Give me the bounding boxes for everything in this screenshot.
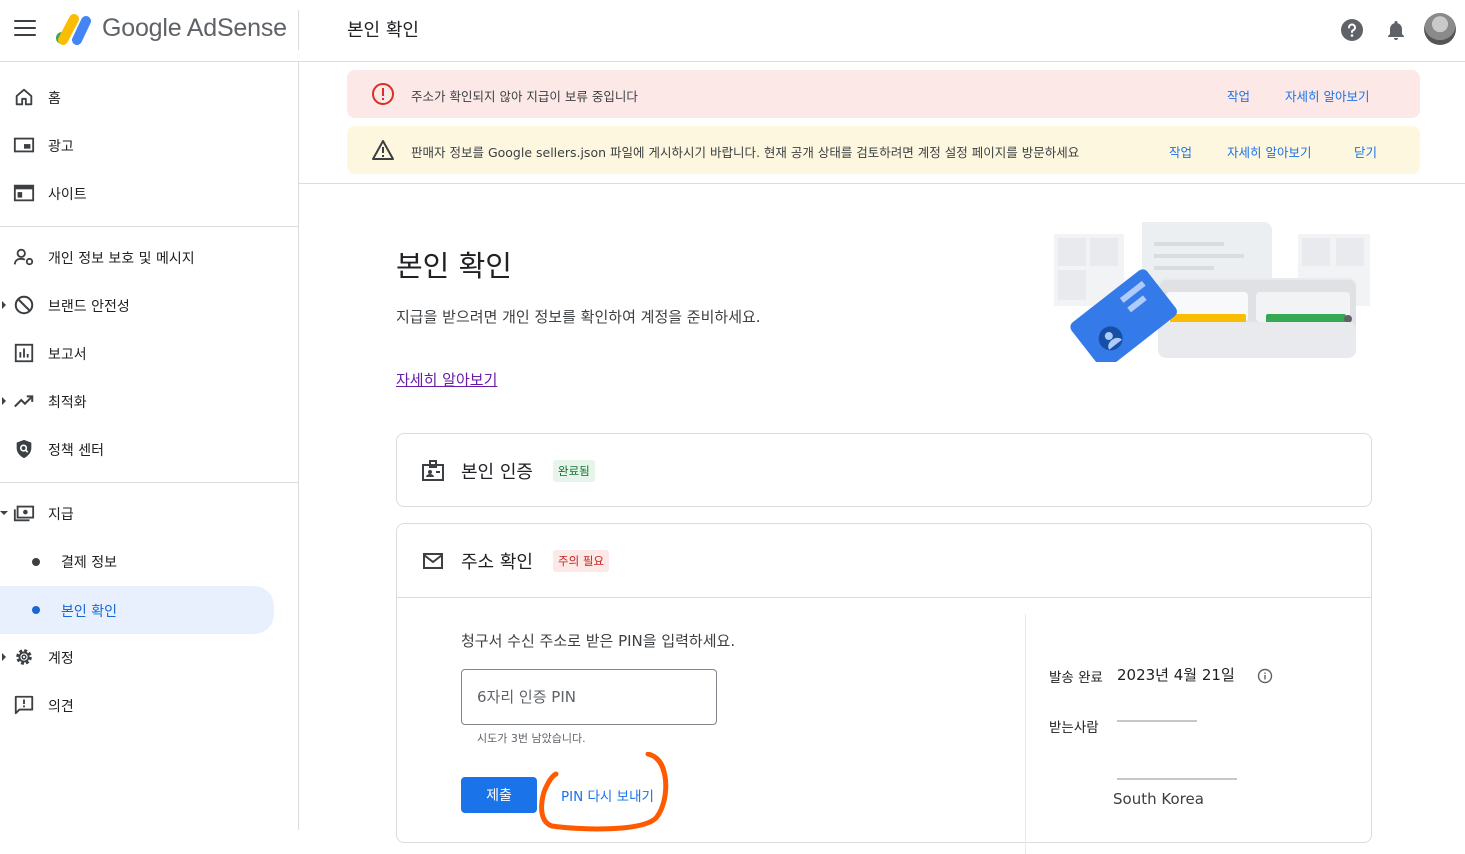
product-name: Google AdSense bbox=[102, 14, 287, 42]
banner-divider bbox=[299, 183, 1465, 184]
banner-dismiss-link[interactable]: 닫기 bbox=[1354, 142, 1377, 161]
account-avatar[interactable] bbox=[1424, 13, 1456, 45]
payments-wallet-illustration bbox=[1054, 222, 1370, 362]
sidebar-item-label: 보고서 bbox=[48, 347, 87, 363]
pin-attempts-helper: 시도가 3번 남았습니다. bbox=[477, 732, 586, 745]
expand-caret-icon[interactable] bbox=[2, 653, 6, 661]
status-badge-completed: 완료됨 bbox=[553, 460, 595, 482]
bullet-icon bbox=[32, 606, 40, 614]
sidebar-item-privacy-messaging[interactable]: 개인 정보 보호 및 메시지 bbox=[0, 237, 290, 277]
sidebar-item-label: 본인 확인 bbox=[61, 604, 117, 620]
sidebar-item-account[interactable]: 계정 bbox=[0, 637, 290, 677]
ads-icon bbox=[13, 137, 35, 153]
pin-input[interactable] bbox=[461, 669, 717, 725]
banner-learn-more-link[interactable]: 자세히 알아보기 bbox=[1285, 86, 1369, 105]
sidebar-item-home[interactable]: 홈 bbox=[0, 77, 290, 117]
id-badge-icon bbox=[422, 460, 444, 481]
error-icon bbox=[372, 83, 394, 105]
collapse-caret-icon[interactable] bbox=[0, 511, 8, 515]
report-icon bbox=[14, 343, 34, 363]
sidebar-item-label: 결제 정보 bbox=[61, 555, 117, 571]
sidebar-item-payments[interactable]: 지급 bbox=[0, 493, 290, 533]
block-icon bbox=[14, 295, 34, 315]
sidebar-item-ads[interactable]: 광고 bbox=[0, 125, 290, 165]
sidebar-item-verification[interactable]: 본인 확인 bbox=[0, 586, 274, 634]
sidebar-item-label: 홈 bbox=[48, 91, 61, 107]
warning-icon bbox=[372, 140, 394, 160]
sidebar-item-label: 의견 bbox=[48, 699, 74, 715]
adsense-logo-icon bbox=[56, 14, 91, 45]
trending-up-icon bbox=[14, 395, 34, 408]
hamburger-menu-icon[interactable] bbox=[14, 20, 36, 38]
learn-more-link[interactable]: 자세히 알아보기 bbox=[396, 369, 497, 390]
sidebar-item-label: 사이트 bbox=[48, 187, 87, 203]
submit-button[interactable]: 제출 bbox=[461, 777, 537, 813]
redacted-recipient-name bbox=[1117, 720, 1197, 722]
identity-verification-card[interactable]: 본인 인증 완료됨 bbox=[396, 433, 1372, 507]
banner-action-link[interactable]: 작업 bbox=[1169, 142, 1192, 161]
sellers-json-warning-banner: 판매자 정보를 Google sellers.json 파일에 게시하시기 바랍… bbox=[347, 126, 1420, 174]
verification-title: 본인 확인 bbox=[396, 249, 512, 283]
redacted-address bbox=[1117, 778, 1237, 780]
sidebar-divider bbox=[0, 226, 298, 227]
expand-caret-icon[interactable] bbox=[2, 301, 6, 309]
address-verification-card: 주소 확인 주의 필요 청구서 수신 주소로 받은 PIN을 입력하세요. 시도… bbox=[396, 523, 1372, 854]
banner-learn-more-link[interactable]: 자세히 알아보기 bbox=[1227, 142, 1311, 161]
sidebar-item-label: 광고 bbox=[48, 139, 74, 155]
sidebar-item-feedback[interactable]: 의견 bbox=[0, 685, 290, 725]
sidebar-item-label: 계정 bbox=[48, 651, 74, 667]
sidebar-item-label: 브랜드 안전성 bbox=[48, 299, 130, 315]
sidebar-item-policy-center[interactable]: 정책 센터 bbox=[0, 429, 290, 469]
sidebar-item-label: 개인 정보 보호 및 메시지 bbox=[48, 251, 195, 267]
mail-icon bbox=[423, 553, 443, 569]
gear-icon bbox=[16, 649, 32, 665]
recipient-country: South Korea bbox=[1113, 790, 1204, 808]
help-icon[interactable] bbox=[1340, 18, 1364, 42]
sidebar-item-optimization[interactable]: 최적화 bbox=[0, 381, 290, 421]
banner-message: 판매자 정보를 Google sellers.json 파일에 게시하시기 바랍… bbox=[411, 145, 1080, 160]
sidebar-item-sites[interactable]: 사이트 bbox=[0, 173, 290, 213]
privacy-icon bbox=[13, 248, 34, 266]
top-app-bar: Google AdSense 본인 확인 bbox=[0, 0, 1465, 62]
policy-icon bbox=[16, 439, 32, 459]
page-header-title: 본인 확인 bbox=[347, 20, 419, 41]
feedback-icon bbox=[14, 695, 34, 715]
sidebar-item-label: 지급 bbox=[48, 507, 74, 523]
column-divider bbox=[1025, 614, 1026, 854]
sidebar-item-reports[interactable]: 보고서 bbox=[0, 333, 290, 373]
pin-prompt: 청구서 수신 주소로 받은 PIN을 입력하세요. bbox=[461, 632, 736, 650]
verification-description: 지급을 받으려면 개인 정보를 확인하여 계정을 준비하세요. bbox=[396, 308, 761, 326]
expand-caret-icon[interactable] bbox=[2, 397, 6, 405]
status-badge-attention: 주의 필요 bbox=[553, 550, 609, 572]
header-divider bbox=[298, 10, 299, 50]
notifications-bell-icon[interactable] bbox=[1384, 18, 1408, 42]
sidebar-item-label: 정책 센터 bbox=[48, 443, 104, 459]
sent-label: 발송 완료 bbox=[1049, 670, 1103, 686]
bullet-icon bbox=[32, 558, 40, 566]
recipient-label: 받는사람 bbox=[1049, 720, 1099, 736]
annotation-circle-icon bbox=[539, 752, 669, 832]
sidebar-item-label: 최적화 bbox=[48, 395, 87, 411]
sidebar-item-payment-info[interactable]: 결제 정보 bbox=[0, 541, 290, 581]
sidebar-item-brand-safety[interactable]: 브랜드 안전성 bbox=[0, 285, 290, 325]
card-divider bbox=[397, 597, 1371, 598]
info-icon[interactable] bbox=[1257, 668, 1273, 684]
sites-icon bbox=[13, 184, 35, 202]
payment-hold-error-banner: 주소가 확인되지 않아 지급이 보류 중입니다 작업 자세히 알아보기 bbox=[347, 70, 1420, 118]
sidebar-nav: 홈 광고 사이트 개인 정보 보호 및 메시지 브랜드 안전성 보고서 최적화 … bbox=[0, 62, 299, 830]
banner-action-link[interactable]: 작업 bbox=[1227, 86, 1250, 105]
sidebar-divider bbox=[0, 482, 298, 483]
card-title: 주소 확인 bbox=[461, 552, 533, 573]
sent-date: 2023년 4월 21일 bbox=[1117, 666, 1235, 684]
payments-icon bbox=[13, 505, 35, 522]
home-icon bbox=[15, 88, 33, 106]
banner-message: 주소가 확인되지 않아 지급이 보류 중입니다 bbox=[411, 89, 638, 104]
card-title: 본인 인증 bbox=[461, 462, 533, 483]
